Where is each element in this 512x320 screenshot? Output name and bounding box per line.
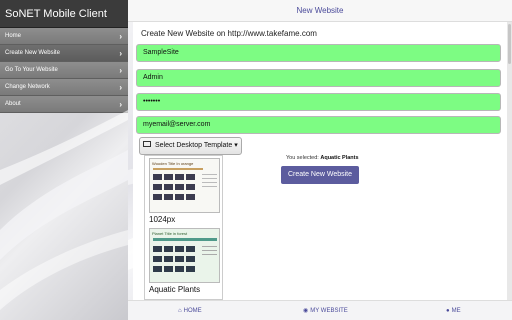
sidebar: SoNET Mobile Client Home › Create New We… bbox=[0, 0, 128, 320]
caret-down-icon: ▾ bbox=[234, 142, 238, 149]
sidebar-item-label: Home bbox=[5, 33, 22, 39]
password-field[interactable]: ••••••• bbox=[136, 93, 501, 111]
bottom-nav: ⌂ HOME ◉ MY WEBSITE ● ME bbox=[128, 300, 512, 320]
sidebar-item-change-network[interactable]: Change Network › bbox=[0, 79, 128, 96]
chevron-right-icon: › bbox=[119, 66, 122, 75]
site-name-field[interactable]: SampleSite bbox=[136, 44, 501, 62]
scrollbar-thumb[interactable] bbox=[508, 24, 511, 64]
sidebar-item-go-to-your-website[interactable]: Go To Your Website › bbox=[0, 62, 128, 79]
select-template-button[interactable]: Select Desktop Template ▾ bbox=[139, 137, 242, 155]
form-heading: Create New Website on http://www.takefam… bbox=[141, 29, 317, 38]
app-title: SoNET Mobile Client bbox=[0, 0, 128, 28]
background-swoosh bbox=[0, 110, 128, 310]
nav-home-label: HOME bbox=[183, 308, 202, 314]
home-icon: ⌂ bbox=[178, 308, 182, 314]
globe-icon: ◉ bbox=[303, 308, 309, 314]
sidebar-item-label: Create New Website bbox=[5, 50, 60, 56]
template-name: 1024px bbox=[149, 215, 176, 224]
thumbnail-grid bbox=[153, 238, 217, 272]
select-template-label: Select Desktop Template bbox=[154, 142, 233, 149]
form-panel: Create New Website on http://www.takefam… bbox=[133, 22, 507, 300]
nav-me-label: ME bbox=[451, 308, 461, 314]
chevron-right-icon: › bbox=[119, 32, 122, 41]
selected-template-text: You selected: Aquatic Plants bbox=[286, 155, 406, 161]
sidebar-item-label: Go To Your Website bbox=[5, 67, 58, 73]
nav-my-website-label: MY WEBSITE bbox=[310, 308, 348, 314]
create-website-button[interactable]: Create New Website bbox=[281, 166, 359, 184]
email-field[interactable]: myemail@server.com bbox=[136, 116, 501, 134]
template-dropdown[interactable]: Wooden Title In orange 1024px Planet Tit… bbox=[144, 155, 223, 300]
username-field[interactable]: Admin bbox=[136, 69, 501, 87]
template-option[interactable]: Planet Title in forest Aquatic Plants bbox=[149, 228, 220, 294]
scrollbar[interactable] bbox=[507, 22, 512, 300]
nav-my-website[interactable]: ◉ MY WEBSITE bbox=[303, 301, 348, 320]
sidebar-item-label: Change Network bbox=[5, 84, 50, 90]
nav-home[interactable]: ⌂ HOME bbox=[178, 301, 202, 320]
template-thumbnail: Wooden Title In orange bbox=[149, 158, 220, 213]
selected-template-name: Aquatic Plants bbox=[320, 155, 359, 161]
template-option[interactable]: Wooden Title In orange 1024px bbox=[149, 158, 220, 224]
selected-prefix: You selected: bbox=[286, 155, 319, 161]
chevron-right-icon: › bbox=[119, 49, 122, 58]
thumbnail-grid bbox=[153, 168, 217, 200]
user-icon: ● bbox=[446, 308, 450, 314]
main-area: New Website Create New Website on http:/… bbox=[128, 0, 512, 320]
chevron-right-icon: › bbox=[119, 83, 122, 92]
template-thumbnail: Planet Title in forest bbox=[149, 228, 220, 283]
sidebar-item-label: About bbox=[5, 101, 21, 107]
template-name: Aquatic Plants bbox=[149, 285, 201, 294]
sidebar-item-create-new-website[interactable]: Create New Website › bbox=[0, 45, 128, 62]
monitor-icon bbox=[143, 141, 151, 148]
sidebar-item-home[interactable]: Home › bbox=[0, 28, 128, 45]
nav-me[interactable]: ● ME bbox=[446, 301, 461, 320]
